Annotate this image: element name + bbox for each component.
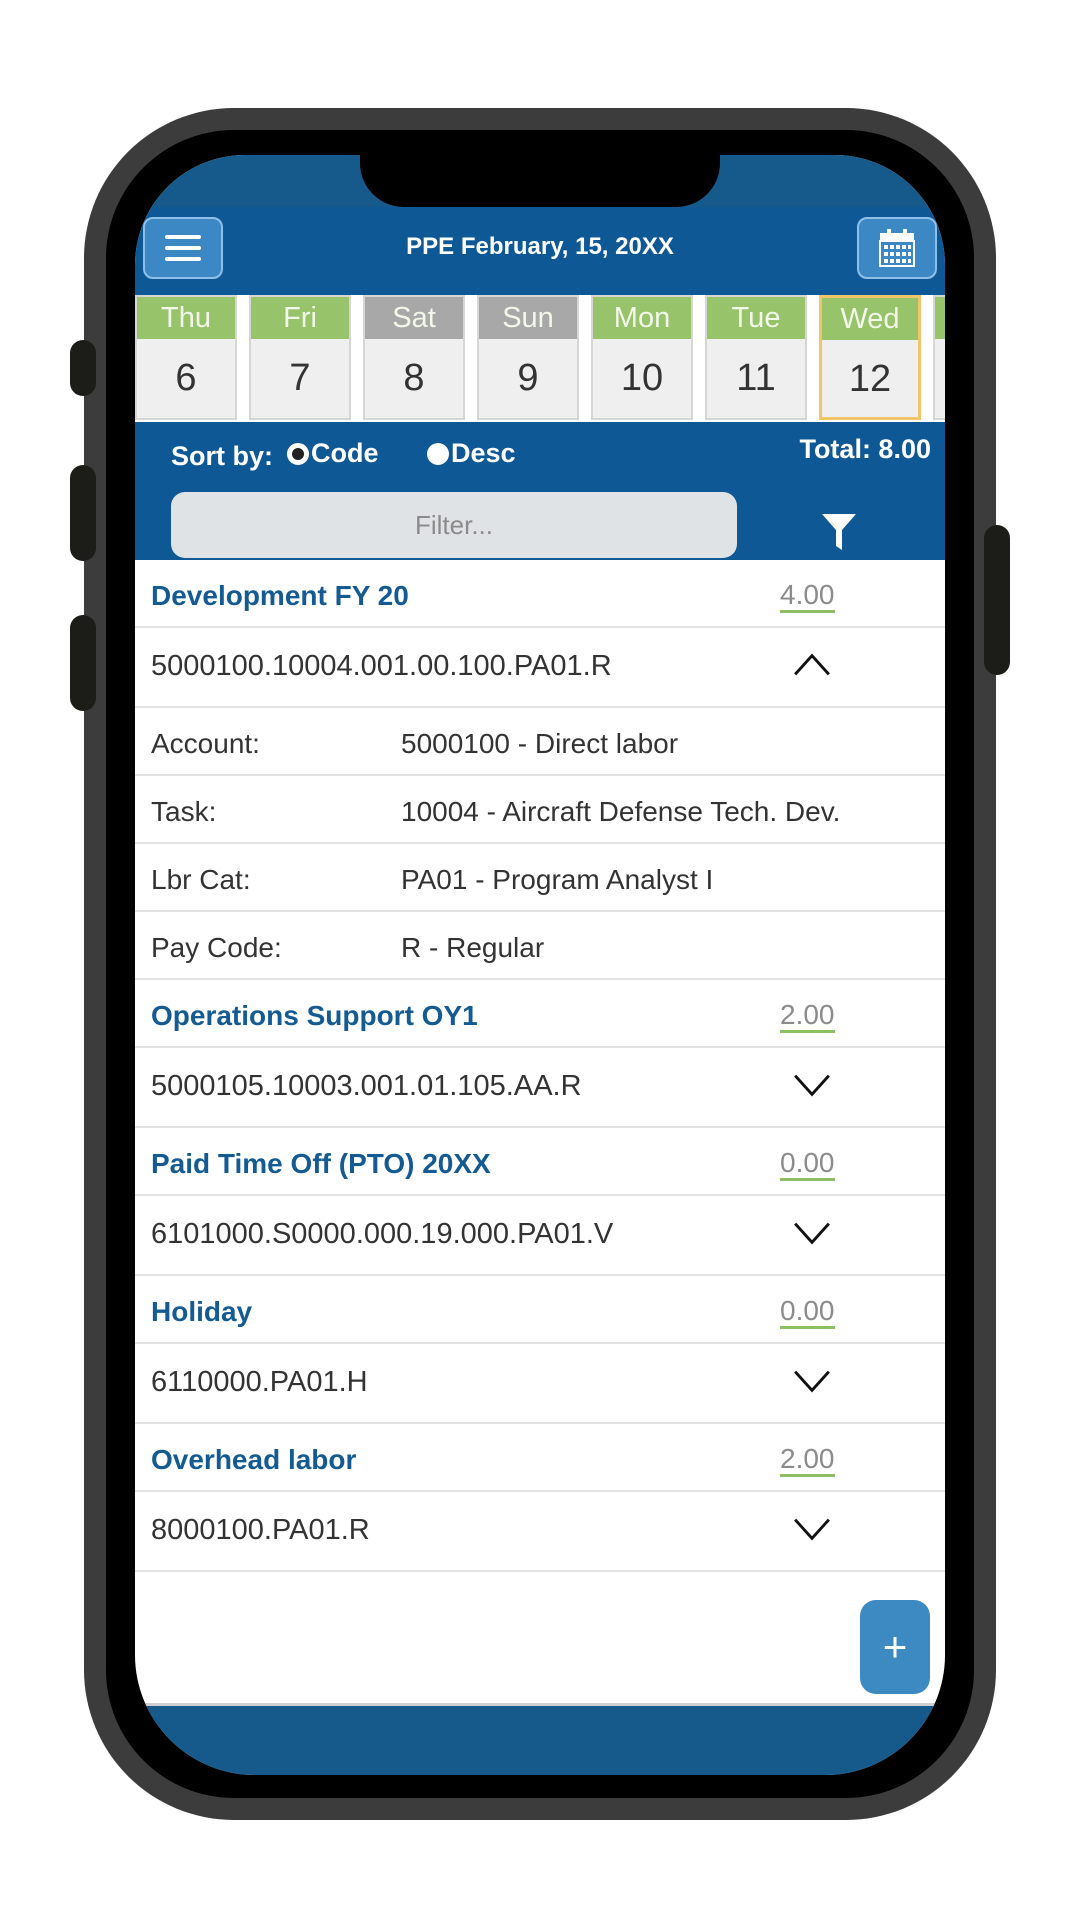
day-number: 11 — [736, 357, 776, 399]
phone-side-button-mute — [70, 340, 96, 396]
sort-option-label: Desc — [451, 438, 516, 468]
entry-code-row[interactable]: 5000105.10003.001.01.105.AA.R — [135, 1048, 945, 1128]
entry-code-row[interactable]: 6110000.PA01.H — [135, 1344, 945, 1424]
entry-title: Overhead labor — [151, 1444, 357, 1475]
day-number: 8 — [403, 357, 425, 399]
page-title: PPE February, 15, 20XX — [406, 233, 674, 260]
day-name — [935, 297, 945, 339]
phone-screen: PPE February, 15, 20XX Thu 6 Fri 7 Sat 8… — [135, 155, 945, 1775]
entry-code-row[interactable]: 8000100.PA01.R — [135, 1492, 945, 1572]
day-sun[interactable]: Sun 9 — [477, 295, 579, 420]
day-sat[interactable]: Sat 8 — [363, 295, 465, 420]
radio-desc[interactable] — [427, 442, 449, 465]
day-name: Fri — [251, 297, 349, 339]
detail-value: 10004 - Aircraft Defense Tech. Dev. — [401, 796, 841, 827]
day-strip: Thu 6 Fri 7 Sat 8 Sun 9 Mon 10 Tue 11 We… — [135, 295, 945, 557]
day-name: Tue — [707, 297, 805, 339]
detail-value: 5000100 - Direct labor — [401, 728, 679, 759]
phone-side-button-volume-down — [70, 615, 96, 711]
detail-value: R - Regular — [401, 932, 545, 963]
phone-notch — [360, 155, 720, 207]
detail-label: Pay Code: — [151, 932, 282, 963]
entry-detail-row: Task: 10004 - Aircraft Defense Tech. Dev. — [135, 776, 945, 844]
day-next-partial[interactable] — [933, 295, 945, 420]
day-mon[interactable]: Mon 10 — [591, 295, 693, 420]
sort-option-label: Code — [311, 438, 379, 468]
entry-title: Holiday — [151, 1296, 253, 1327]
chevron-down-icon[interactable] — [790, 1514, 834, 1544]
day-number: 10 — [620, 357, 664, 399]
sort-label: Sort by: — [171, 441, 274, 471]
entry-group-row: Paid Time Off (PTO) 20XX 0.00 — [135, 1128, 945, 1196]
entry-code: 8000100.PA01.R — [151, 1514, 370, 1546]
entry-group-row: Overhead labor 2.00 — [135, 1424, 945, 1492]
detail-label: Account: — [151, 728, 260, 759]
entry-hours[interactable]: 2.00 — [780, 1000, 835, 1033]
day-tue[interactable]: Tue 11 — [705, 295, 807, 420]
day-number: 6 — [175, 357, 197, 399]
day-wed[interactable]: Wed 12 — [819, 295, 921, 420]
detail-value: PA01 - Program Analyst I — [401, 864, 714, 895]
entry-code-row[interactable]: 6101000.S0000.000.19.000.PA01.V — [135, 1196, 945, 1276]
entry-group-row: Development FY 20 4.00 — [135, 560, 945, 628]
filter-input[interactable] — [171, 492, 737, 558]
chevron-down-icon[interactable] — [790, 1218, 834, 1248]
day-name: Mon — [593, 297, 691, 339]
entry-code: 6110000.PA01.H — [151, 1366, 368, 1398]
entry-detail-row: Account: 5000100 - Direct labor — [135, 708, 945, 776]
add-entry-button[interactable]: + — [860, 1600, 930, 1694]
footer-bar — [135, 1703, 945, 1775]
entry-detail-row: Pay Code: R - Regular — [135, 912, 945, 980]
chevron-down-icon[interactable] — [790, 1366, 834, 1396]
entry-title: Paid Time Off (PTO) 20XX — [151, 1148, 491, 1179]
entry-group-row: Holiday 0.00 — [135, 1276, 945, 1344]
radio-code[interactable] — [287, 442, 309, 465]
day-name: Wed — [822, 298, 918, 340]
filter-funnel-icon[interactable] — [821, 512, 857, 552]
day-number: 9 — [517, 357, 539, 399]
phone-side-button-volume-up — [70, 465, 96, 561]
total-hours: Total: 8.00 — [799, 434, 931, 464]
entry-title: Operations Support OY1 — [151, 1000, 478, 1031]
detail-label: Task: — [151, 796, 217, 827]
day-name: Sun — [479, 297, 577, 339]
entry-detail-row: Lbr Cat: PA01 - Program Analyst I — [135, 844, 945, 912]
day-name: Sat — [365, 297, 463, 339]
sort-option-desc[interactable]: Desc — [427, 438, 516, 469]
day-number: 12 — [848, 358, 892, 400]
entry-title: Development FY 20 — [151, 580, 409, 611]
detail-label: Lbr Cat: — [151, 864, 251, 895]
sort-filter-bar: Sort by: Code Desc Total: 8.00 — [135, 422, 945, 560]
sort-option-code[interactable]: Code — [287, 438, 379, 469]
day-number — [935, 339, 945, 417]
entry-code: 5000105.10003.001.01.105.AA.R — [151, 1070, 582, 1102]
entry-hours[interactable]: 0.00 — [780, 1148, 835, 1181]
calendar-icon — [879, 229, 915, 267]
timesheet-list: Development FY 20 4.00 5000100.10004.001.0… — [135, 560, 945, 1572]
entry-hours[interactable]: 2.00 — [780, 1444, 835, 1477]
entry-hours[interactable]: 4.00 — [780, 580, 835, 613]
entry-code: 6101000.S0000.000.19.000.PA01.V — [151, 1218, 614, 1250]
day-number: 7 — [289, 357, 311, 399]
entry-code-row[interactable]: 5000100.10004.001.00.100.PA01.R — [135, 628, 945, 708]
entry-code: 5000100.10004.001.00.100.PA01.R — [151, 650, 612, 682]
chevron-up-icon[interactable] — [790, 650, 834, 680]
entry-hours[interactable]: 0.00 — [780, 1296, 835, 1329]
calendar-button[interactable] — [857, 217, 937, 279]
entry-group-row: Operations Support OY1 2.00 — [135, 980, 945, 1048]
app-header: PPE February, 15, 20XX — [135, 207, 945, 295]
day-thu[interactable]: Thu 6 — [135, 295, 237, 420]
day-fri[interactable]: Fri 7 — [249, 295, 351, 420]
day-name: Thu — [137, 297, 235, 339]
phone-side-button-power — [984, 525, 1010, 675]
chevron-down-icon[interactable] — [790, 1070, 834, 1100]
